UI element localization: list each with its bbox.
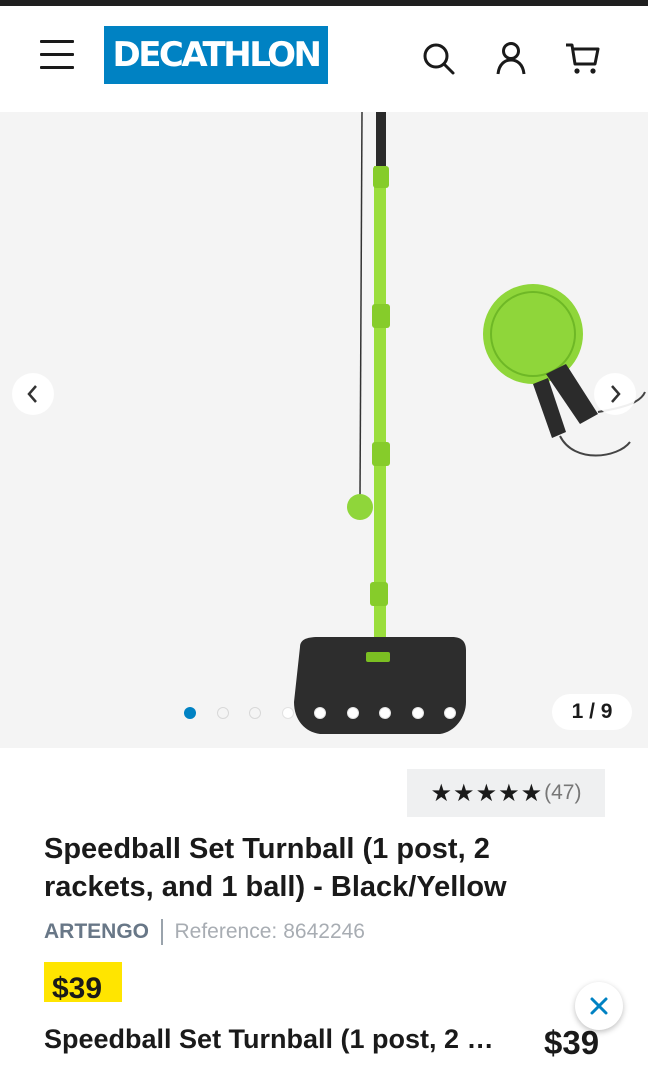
user-icon[interactable] <box>493 40 529 76</box>
image-counter: 1 / 9 <box>552 694 632 730</box>
carousel-dot[interactable] <box>314 707 326 719</box>
product-title: Speedball Set Turnball (1 post, 2 racket… <box>44 833 507 903</box>
product-meta: ARTENGO Reference: 8642246 <box>44 918 365 946</box>
close-icon[interactable] <box>575 982 623 1030</box>
chevron-left-icon[interactable] <box>12 373 54 415</box>
carousel-dot[interactable] <box>281 707 294 719</box>
carousel-pagination <box>184 707 477 719</box>
divider <box>161 919 163 945</box>
reference-label: Reference: <box>174 920 278 943</box>
sticky-price: $39 <box>544 1024 600 1061</box>
price-badge: $39 <box>44 962 122 1002</box>
carousel-dot[interactable] <box>184 707 196 719</box>
product-image-gallery[interactable]: 1 / 9 <box>0 112 648 748</box>
rating-badge[interactable]: ★★★★★ (47) <box>407 769 605 817</box>
brand-link[interactable]: ARTENGO <box>44 918 149 946</box>
sticky-product-bar: Speedball Set Turnball (1 post, 2 … $39 <box>0 1002 648 1080</box>
logo-text: DECATHLON <box>112 35 322 75</box>
reference-value: 8642246 <box>283 920 365 943</box>
search-icon[interactable] <box>420 40 456 76</box>
hamburger-menu-icon[interactable] <box>40 40 74 69</box>
review-count: (47) <box>544 781 582 804</box>
chevron-right-icon[interactable] <box>594 373 636 415</box>
decathlon-logo[interactable]: DECATHLON <box>104 26 328 84</box>
carousel-dot[interactable] <box>444 707 456 719</box>
carousel-dot[interactable] <box>249 707 261 719</box>
sticky-product-title: Speedball Set Turnball (1 post, 2 … <box>44 1024 494 1054</box>
cart-icon[interactable] <box>565 40 601 76</box>
carousel-dot[interactable] <box>346 707 359 719</box>
carousel-dot[interactable] <box>216 707 229 719</box>
carousel-dot[interactable] <box>411 707 424 719</box>
star-rating-icon: ★★★★★ <box>430 779 544 807</box>
product-price: $39 <box>52 972 103 1002</box>
carousel-dot[interactable] <box>379 707 391 719</box>
site-header: DECATHLON <box>0 6 648 112</box>
product-image <box>294 112 646 734</box>
